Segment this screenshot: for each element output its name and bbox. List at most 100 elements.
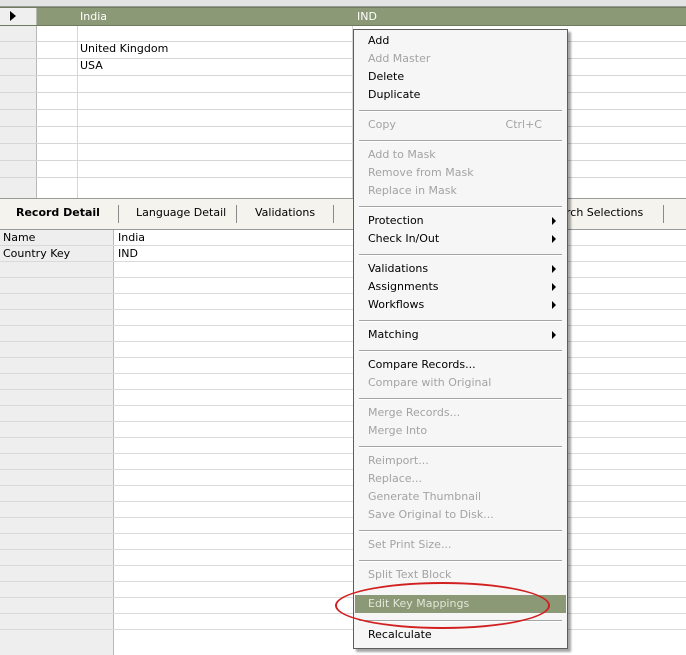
menu-separator [359, 140, 562, 142]
menu-item-remove-from-mask: Remove from Mask [368, 166, 474, 179]
submenu-arrow-icon [552, 301, 556, 309]
field-label-name: Name [3, 231, 36, 244]
context-menu: Add Add Master Delete Duplicate Copy Ctr… [353, 29, 568, 649]
row-divider [0, 469, 686, 470]
row-divider [0, 373, 686, 374]
submenu-arrow-icon [552, 217, 556, 225]
row-divider [0, 565, 686, 566]
tab-validations[interactable]: Validations [255, 206, 315, 219]
menu-item-duplicate[interactable]: Duplicate [355, 86, 566, 103]
tab-separator [663, 205, 664, 223]
menu-item-split-text-block: Split Text Block [368, 568, 452, 581]
menu-item-replace: Replace... [368, 472, 423, 485]
menu-separator [359, 320, 562, 322]
table-row[interactable]: USA [0, 59, 686, 75]
tab-separator [118, 205, 119, 223]
copy-shortcut: Ctrl+C [505, 118, 542, 131]
table-row-selected[interactable]: India IND [0, 7, 686, 26]
current-row-arrow-icon [10, 11, 16, 21]
menu-item-add[interactable]: Add [355, 32, 566, 49]
menu-item-compare-records[interactable]: Compare Records... [355, 356, 566, 373]
row-divider [0, 75, 686, 76]
submenu-arrow-icon [552, 265, 556, 273]
menu-separator [359, 206, 562, 208]
menu-item-generate-thumbnail: Generate Thumbnail [368, 490, 482, 503]
menu-separator [359, 350, 562, 352]
row-name-cell: United Kingdom [80, 42, 169, 55]
row-name-cell: India [80, 10, 107, 23]
row-indicator-column [0, 7, 37, 198]
row-divider [0, 549, 686, 550]
menu-item-replace-in-mask: Replace in Mask [368, 184, 457, 197]
menu-item-add-master: Add Master [368, 52, 431, 65]
row-divider [0, 245, 686, 246]
menu-item-protection[interactable]: Protection [355, 212, 566, 229]
tab-separator [333, 205, 334, 223]
row-divider [0, 405, 686, 406]
row-divider [0, 341, 686, 342]
row-divider [0, 160, 686, 161]
record-detail-panel: Name India Country Key IND [0, 230, 686, 655]
records-grid: India IND United Kingdom USA [0, 0, 686, 199]
menu-item-reimport: Reimport... [368, 454, 429, 467]
row-divider [0, 92, 686, 93]
row-divider [0, 143, 686, 144]
menu-item-merge-into: Merge Into [368, 424, 428, 437]
row-divider [0, 309, 686, 310]
menu-separator [359, 110, 562, 112]
menu-item-compare-with-original: Compare with Original [368, 376, 492, 389]
submenu-arrow-icon [552, 235, 556, 243]
menu-separator [359, 446, 562, 448]
table-row[interactable]: United Kingdom [0, 42, 686, 58]
row-divider [0, 126, 686, 127]
row-divider [0, 581, 686, 582]
row-divider [0, 629, 686, 630]
menu-item-delete[interactable]: Delete [355, 68, 566, 85]
row-divider [0, 485, 686, 486]
row-divider [0, 109, 686, 110]
menu-item-assignments[interactable]: Assignments [355, 278, 566, 295]
highlight-annotation-ellipse [335, 582, 550, 629]
menu-separator [359, 254, 562, 256]
menu-item-check-in-out[interactable]: Check In/Out [355, 230, 566, 247]
row-country-cell: IND [357, 10, 377, 23]
row-divider [0, 277, 686, 278]
detail-tab-strip: Record Detail Language Detail Validation… [0, 199, 686, 230]
submenu-arrow-icon [552, 331, 556, 339]
row-divider [0, 517, 686, 518]
tab-language-detail[interactable]: Language Detail [136, 206, 226, 219]
menu-separator [359, 560, 562, 562]
row-divider [0, 437, 686, 438]
menu-separator [359, 398, 562, 400]
tab-separator [236, 205, 237, 223]
row-divider [0, 533, 686, 534]
menu-item-workflows[interactable]: Workflows [355, 296, 566, 313]
row-divider [0, 389, 686, 390]
row-name-cell: USA [80, 59, 103, 72]
row-divider [0, 293, 686, 294]
field-value-name[interactable]: India [118, 231, 145, 244]
menu-item-copy: Copy Ctrl+C [368, 118, 542, 131]
column-divider [77, 7, 78, 198]
row-divider [0, 357, 686, 358]
menu-item-add-to-mask: Add to Mask [368, 148, 436, 161]
row-divider [0, 501, 686, 502]
submenu-arrow-icon [552, 283, 556, 291]
menu-separator [359, 530, 562, 532]
row-divider [0, 261, 686, 262]
menu-item-validations[interactable]: Validations [355, 260, 566, 277]
row-indicator [0, 8, 37, 25]
menu-item-matching[interactable]: Matching [355, 326, 566, 343]
row-divider [0, 177, 686, 178]
menu-item-merge-records: Merge Records... [368, 406, 461, 419]
row-divider [0, 421, 686, 422]
grid-header[interactable] [0, 0, 686, 7]
field-label-country-key: Country Key [3, 247, 71, 260]
menu-item-save-original: Save Original to Disk... [368, 508, 494, 521]
field-value-country-key[interactable]: IND [118, 247, 138, 260]
tab-record-detail[interactable]: Record Detail [16, 206, 100, 219]
tab-search-selections[interactable]: rch Selections [566, 206, 643, 219]
menu-item-set-print-size: Set Print Size... [368, 538, 452, 551]
row-divider [0, 325, 686, 326]
row-divider [0, 453, 686, 454]
